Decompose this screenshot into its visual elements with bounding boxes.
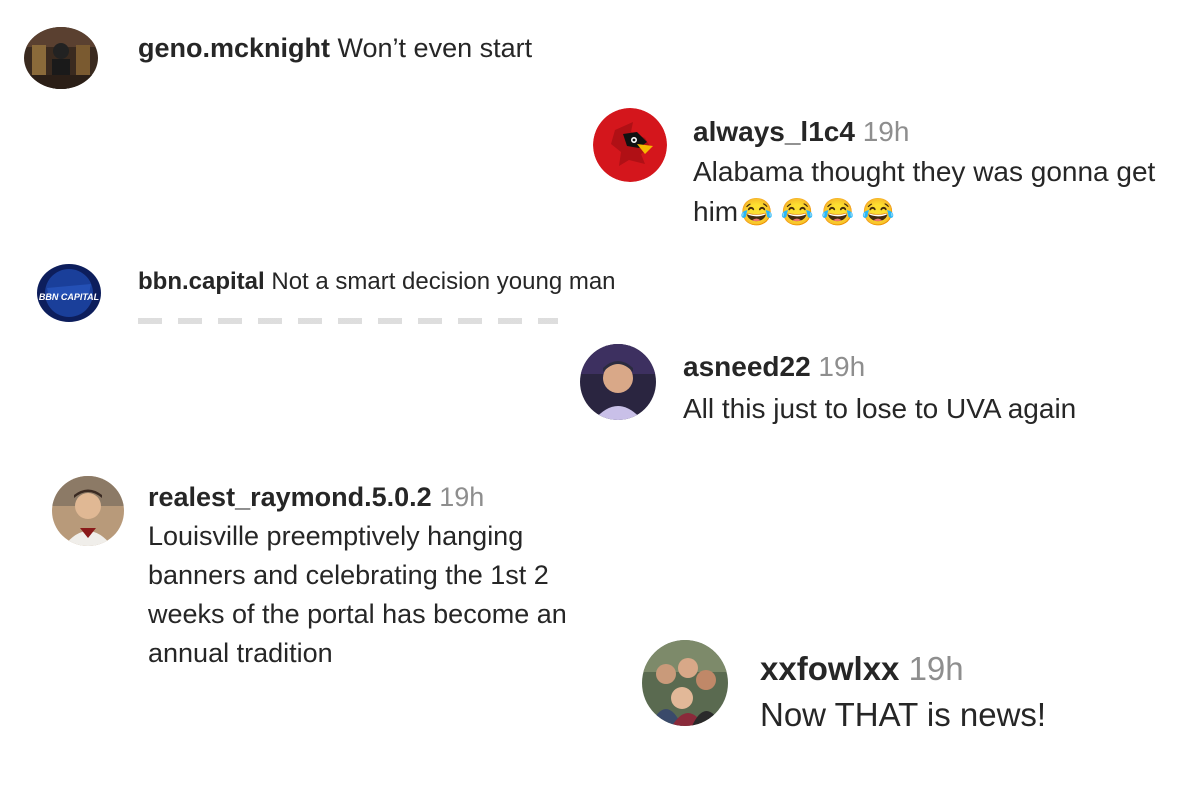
user-avatar[interactable] (24, 27, 98, 89)
comment-content: xxfowlxx 19h Now THAT is news! (760, 646, 1190, 738)
avatar-logo-text: BBN CAPITAL (39, 292, 99, 302)
user-avatar[interactable] (593, 108, 667, 182)
comment-text: All this just to lose to UVA again (683, 393, 1077, 424)
comment-content: realest_raymond.5.0.2 19h Louisville pre… (148, 478, 628, 673)
user-avatar[interactable]: BBN CAPITAL (37, 264, 101, 322)
cardinal-logo-icon (593, 108, 667, 182)
comment-username[interactable]: geno.mcknight (138, 33, 330, 63)
comment-timestamp: 19h (908, 650, 964, 687)
bbn-capital-logo-icon: BBN CAPITAL (37, 264, 101, 322)
comment-content: geno.mcknight Won’t even start (138, 30, 532, 66)
comment-timestamp: 19h (818, 351, 866, 382)
group-photo-icon (642, 640, 728, 726)
comment-username[interactable]: asneed22 (683, 351, 811, 382)
comment-username[interactable]: always_l1c4 (693, 116, 855, 147)
profile-photo-icon (52, 476, 124, 546)
comment-content: asneed22 19h All this just to lose to UV… (683, 346, 1183, 430)
comment-content: bbn.capital Not a smart decision young m… (138, 266, 616, 298)
comment-username[interactable]: xxfowlxx (760, 650, 899, 687)
comment-text: Louisville preemptively hanging banners … (148, 521, 567, 668)
laughing-emoji: 😂 😂 😂 😂 (740, 197, 895, 227)
comment-timestamp: 19h (862, 116, 910, 147)
comment-text: Now THAT is news! (760, 696, 1047, 733)
comment-text: Won’t even start (337, 33, 533, 63)
comment-timestamp: 19h (439, 482, 485, 512)
user-avatar[interactable] (580, 344, 656, 420)
user-avatar[interactable] (642, 640, 728, 726)
comment-username[interactable]: bbn.capital (138, 268, 265, 295)
profile-photo-icon (580, 344, 656, 420)
avatar-photo-icon (24, 27, 98, 89)
comment-username[interactable]: realest_raymond.5.0.2 (148, 482, 432, 512)
comment-content: always_l1c4 19h Alabama thought they was… (693, 112, 1183, 232)
cropped-meta-row (138, 318, 558, 324)
comment-text: Not a smart decision young man (271, 268, 616, 295)
user-avatar[interactable] (52, 476, 124, 546)
